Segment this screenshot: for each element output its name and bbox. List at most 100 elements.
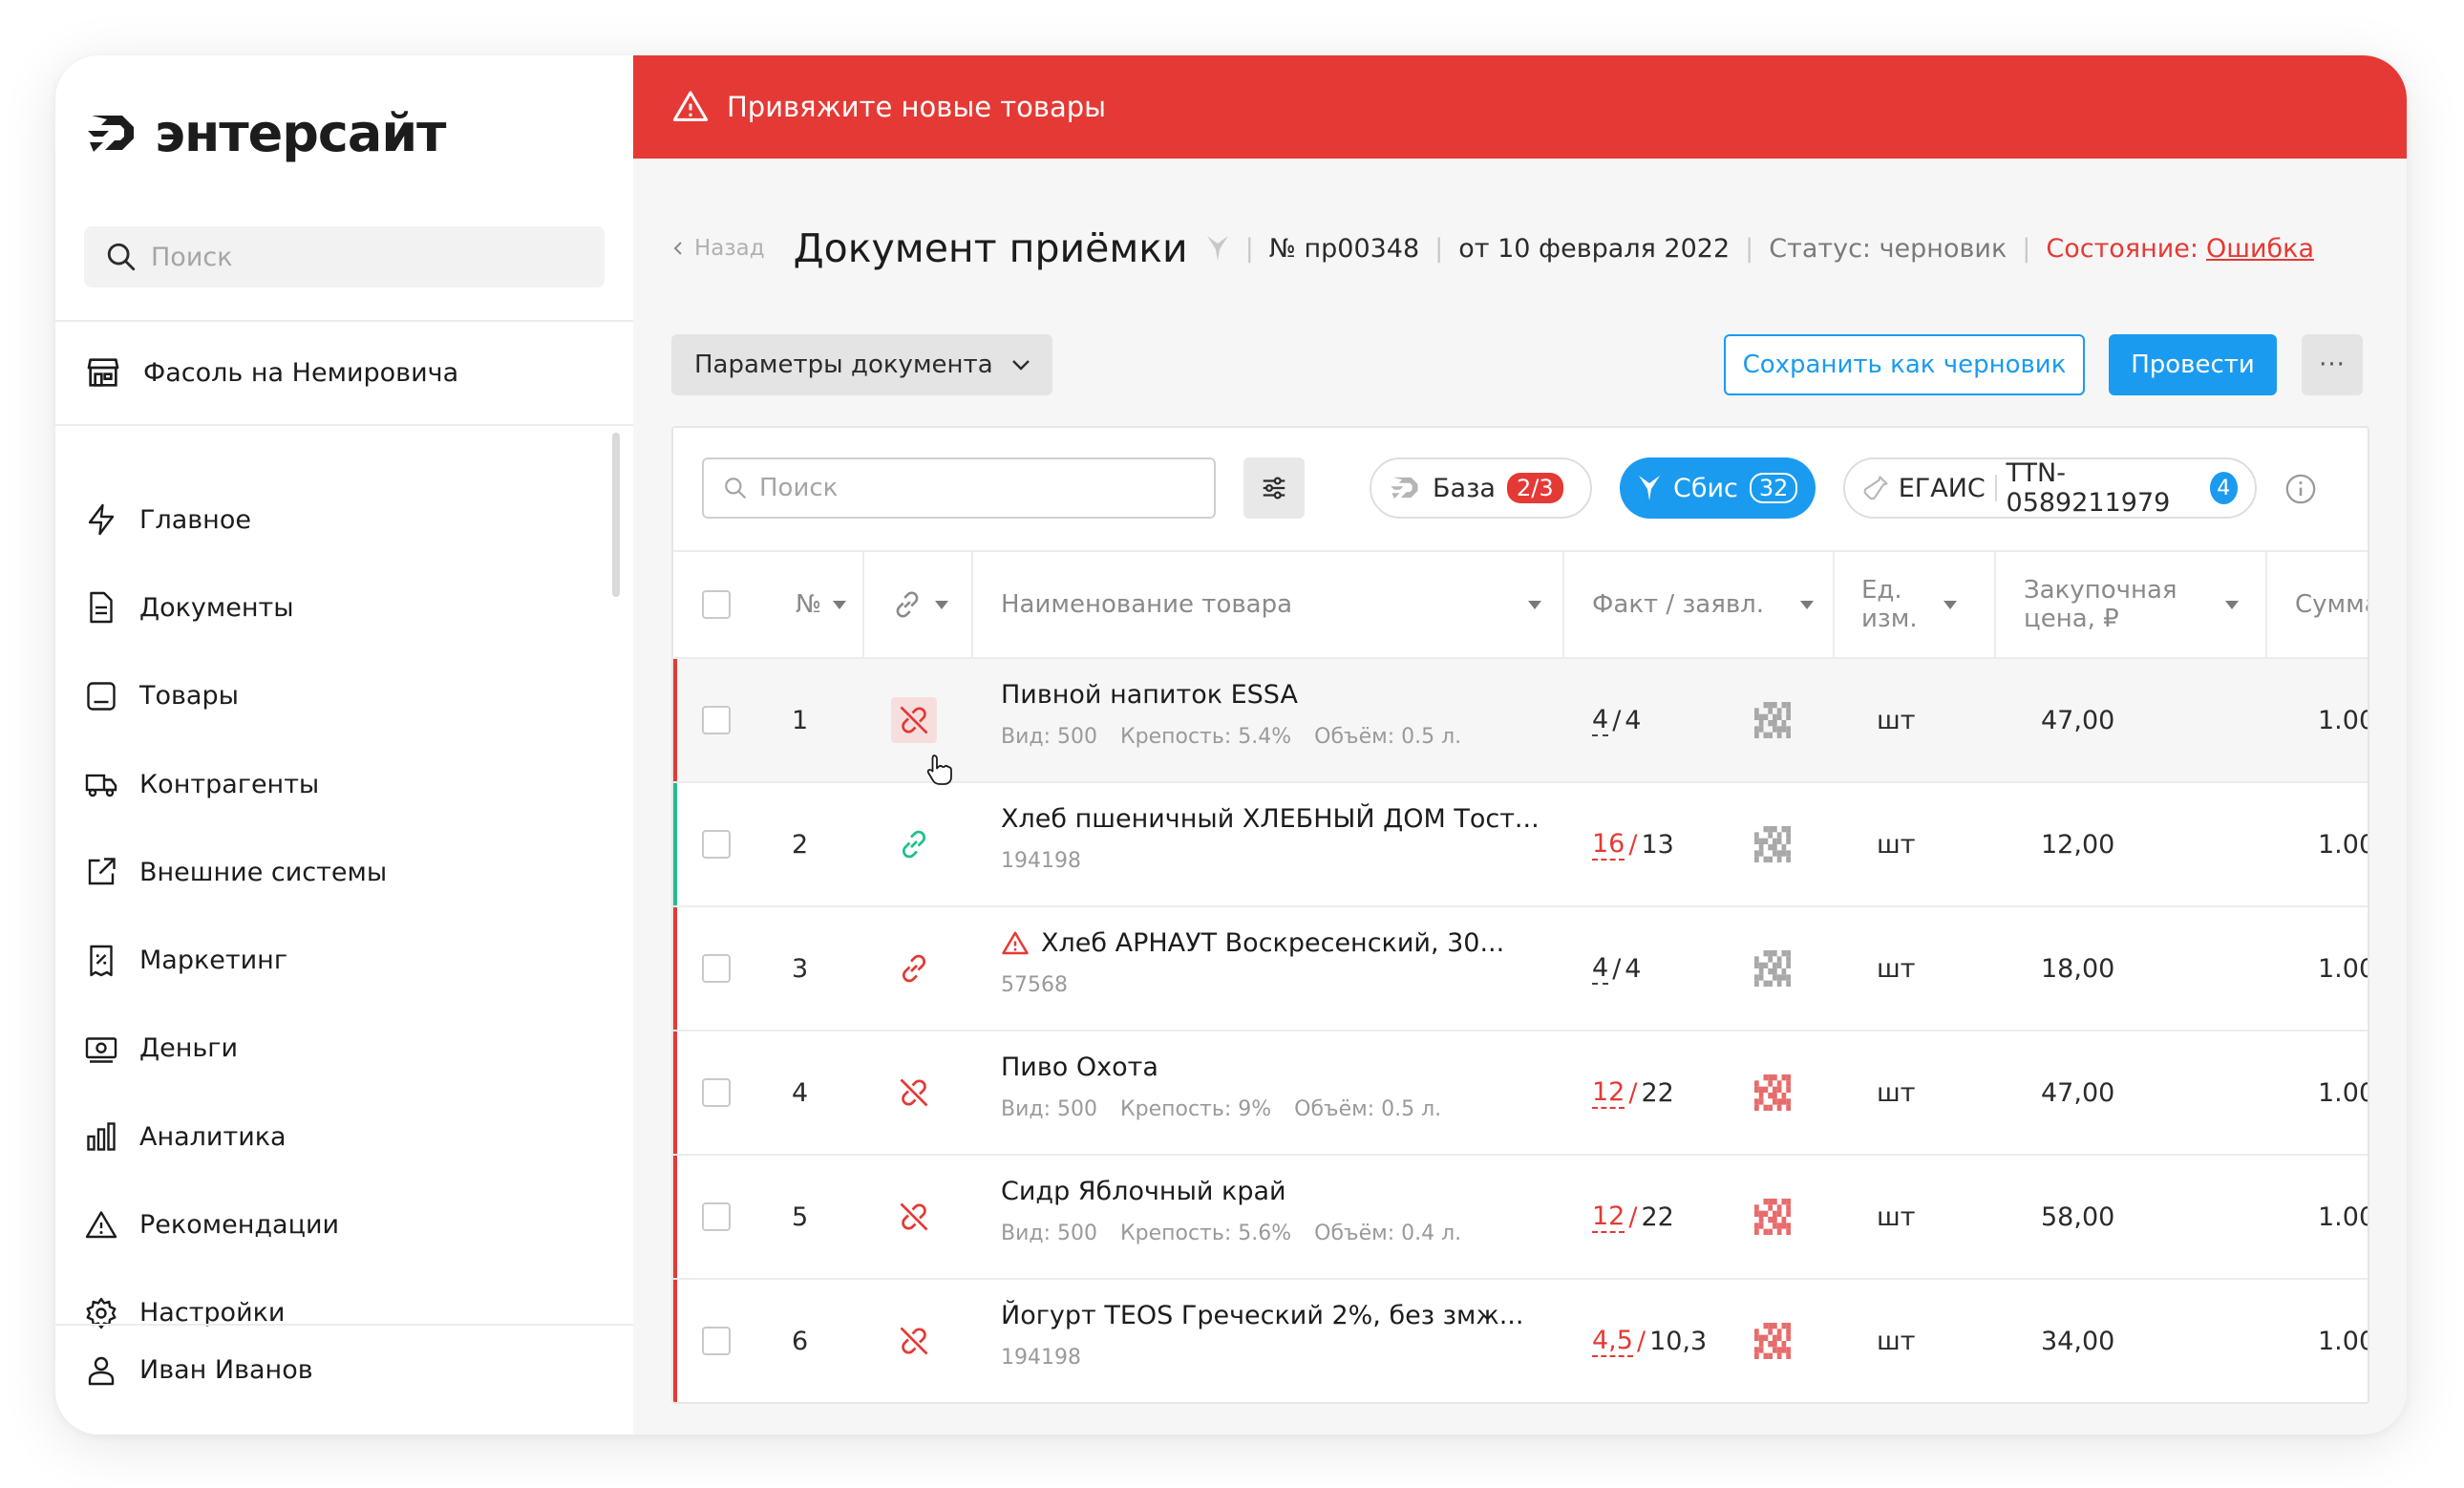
fact-plan-value[interactable]: 4,5/10,3 xyxy=(1592,1280,1707,1402)
row-checkbox[interactable] xyxy=(702,830,731,859)
sidebar-item-external-systems[interactable]: Внешние системы xyxy=(84,828,600,916)
column-header-price[interactable]: Закупочная цена, ₽ xyxy=(2024,552,2239,657)
filter-chip-egais[interactable]: ЕГАИС TTN-0589211979 4 xyxy=(1843,457,2257,519)
sidebar-item-label: Документы xyxy=(139,592,294,623)
back-link[interactable]: Назад xyxy=(671,236,765,261)
price-value[interactable]: 34,00 xyxy=(2041,1280,2114,1402)
fact-plan-value[interactable]: 16/13 xyxy=(1592,783,1674,905)
column-header-number[interactable]: № xyxy=(796,552,847,657)
row-checkbox[interactable] xyxy=(702,706,731,734)
document-params-dropdown[interactable]: Параметры документа xyxy=(671,334,1052,395)
store-selector[interactable]: Фасоль на Немировича xyxy=(84,353,458,392)
table-row[interactable]: 2 Хлеб пшеничный ХЛЕБНЫЙ ДОМ Тост... 19419… xyxy=(673,783,2368,907)
table-row[interactable]: 1 Пивной напиток ESSA Вид: 500 Крепость: 5.… xyxy=(673,659,2368,785)
row-link-cell xyxy=(882,1156,946,1278)
sidebar-item-settings[interactable]: Настройки xyxy=(84,1269,600,1357)
product-name-cell[interactable]: Сидр Яблочный край Вид: 500 Крепость: 5.6%… xyxy=(1001,1177,1536,1245)
filter-chip-base[interactable]: База 2/3 xyxy=(1370,457,1592,519)
select-all-checkbox[interactable] xyxy=(702,590,731,619)
header-separator: | xyxy=(1434,233,1444,264)
plan-value: 10,3 xyxy=(1649,1326,1708,1356)
link-status-button[interactable] xyxy=(897,827,931,861)
product-attribute: Крепость: 9% xyxy=(1120,1097,1272,1121)
link-status-button[interactable] xyxy=(897,1324,931,1358)
post-button[interactable]: Провести xyxy=(2109,334,2277,395)
sidebar-item-analytics[interactable]: Аналитика xyxy=(84,1093,600,1180)
logo[interactable]: энтерсайт xyxy=(84,103,446,163)
document-state-link[interactable]: Ошибка xyxy=(2206,234,2314,264)
product-name-cell[interactable]: Пиво Охота Вид: 500 Крепость: 9% Объём: 0.5… xyxy=(1001,1052,1536,1121)
row-number: 4 xyxy=(792,1077,809,1108)
column-header-fact[interactable]: Факт / заявл. xyxy=(1592,552,1814,657)
sidebar-item-products[interactable]: Товары xyxy=(84,652,600,740)
product-name-cell[interactable]: Йогурт TEOS Греческий 2%, без змж... 1941… xyxy=(1001,1301,1536,1370)
row-number: 3 xyxy=(792,953,809,984)
marking-code-button[interactable] xyxy=(1754,783,1791,905)
sort-caret-icon xyxy=(2225,600,2239,609)
fact-value: 4 xyxy=(1592,952,1609,985)
price-value[interactable]: 12,00 xyxy=(2041,783,2114,905)
fact-plan-value[interactable]: 4/4 xyxy=(1592,907,1641,1030)
product-name-cell[interactable]: Пивной напиток ESSA Вид: 500 Крепость: 5.4… xyxy=(1001,680,1536,749)
sidebar-item-recommendations[interactable]: Рекомендации xyxy=(84,1180,600,1268)
sidebar-search-input[interactable]: Поиск xyxy=(84,226,605,287)
hand-cursor-icon xyxy=(926,755,952,785)
sidebar-scrollbar[interactable] xyxy=(612,433,620,597)
column-header-label: Наименование товара xyxy=(1001,590,1293,619)
fact-separator: / xyxy=(1628,1201,1638,1232)
table-row[interactable]: 6 Йогурт TEOS Греческий 2%, без змж... 194… xyxy=(673,1280,2368,1402)
price-value[interactable]: 47,00 xyxy=(2041,1031,2114,1154)
save-draft-button[interactable]: Сохранить как черновик xyxy=(1724,334,2085,395)
marking-code-button[interactable] xyxy=(1754,1156,1791,1278)
table-search-input[interactable]: Поиск xyxy=(702,457,1216,519)
column-header-link[interactable] xyxy=(891,552,948,657)
table-row[interactable]: 3 Хлеб АРНАУТ Воскресенский, 30... 57568 4/… xyxy=(673,907,2368,1031)
marking-code-button[interactable] xyxy=(1754,1031,1791,1154)
link-status-button[interactable] xyxy=(891,697,952,785)
sidebar-item-main[interactable]: Главное xyxy=(84,476,600,563)
column-header-label: Факт / заявл. xyxy=(1592,590,1765,619)
info-icon[interactable] xyxy=(2284,473,2317,505)
row-link-cell xyxy=(882,1280,946,1402)
row-checkbox[interactable] xyxy=(702,1078,731,1107)
sidebar-item-counterparties[interactable]: Контрагенты xyxy=(84,740,600,828)
filter-button[interactable] xyxy=(1243,457,1305,519)
alert-banner[interactable]: Привяжите новые товары xyxy=(633,55,2407,159)
price-value[interactable]: 58,00 xyxy=(2041,1156,2114,1278)
sidebar-item-marketing[interactable]: Маркетинг xyxy=(84,916,600,1004)
table-row[interactable]: 4 Пиво Охота Вид: 500 Крепость: 9% Объём: 0.… xyxy=(673,1031,2368,1156)
column-header-sum[interactable]: Сумма xyxy=(2295,552,2368,657)
user-profile[interactable]: Иван Иванов xyxy=(84,1352,313,1387)
sidebar-item-money[interactable]: Деньги xyxy=(84,1005,600,1093)
more-button[interactable]: ··· xyxy=(2302,334,2363,395)
price-value[interactable]: 47,00 xyxy=(2041,659,2114,781)
sidebar-item-documents[interactable]: Документы xyxy=(84,563,600,651)
column-header-unit[interactable]: Ед. изм. xyxy=(1861,552,1957,657)
row-status-stripe xyxy=(673,1280,677,1402)
price-value[interactable]: 18,00 xyxy=(2041,907,2114,1030)
link-status-button[interactable] xyxy=(897,951,931,986)
product-name-cell[interactable]: Хлеб АРНАУТ Воскресенский, 30... 57568 xyxy=(1001,928,1536,997)
fact-plan-value[interactable]: 12/22 xyxy=(1592,1156,1674,1278)
filter-chip-sbis[interactable]: Сбис 32 xyxy=(1620,457,1816,519)
fact-plan-value[interactable]: 12/22 xyxy=(1592,1031,1674,1154)
marking-code-button[interactable] xyxy=(1754,1280,1791,1402)
sum-value: 1.00 xyxy=(2318,705,2368,735)
table-row[interactable]: 5 Сидр Яблочный край Вид: 500 Крепость: 5.6… xyxy=(673,1156,2368,1280)
row-checkbox[interactable] xyxy=(702,954,731,983)
marking-code-button[interactable] xyxy=(1754,907,1791,1030)
product-attribute: 57568 xyxy=(1001,973,1068,997)
row-status-stripe xyxy=(673,1156,677,1278)
row-checkbox[interactable] xyxy=(702,1202,731,1231)
row-select-cell xyxy=(702,1280,731,1402)
column-header-name[interactable]: Наименование товара xyxy=(1001,552,1541,657)
marking-code-button[interactable] xyxy=(1754,659,1791,781)
count-badge: 2/3 xyxy=(1506,473,1563,503)
link-status-button[interactable] xyxy=(897,1075,931,1110)
product-name-cell[interactable]: Хлеб пшеничный ХЛЕБНЫЙ ДОМ Тост... 194198 xyxy=(1001,804,1540,873)
row-checkbox[interactable] xyxy=(702,1327,731,1355)
fact-plan-value[interactable]: 4/4 xyxy=(1592,659,1641,781)
column-header-line: изм. xyxy=(1861,605,1918,633)
link-status-button[interactable] xyxy=(897,1200,931,1234)
external-link-icon xyxy=(88,858,116,885)
